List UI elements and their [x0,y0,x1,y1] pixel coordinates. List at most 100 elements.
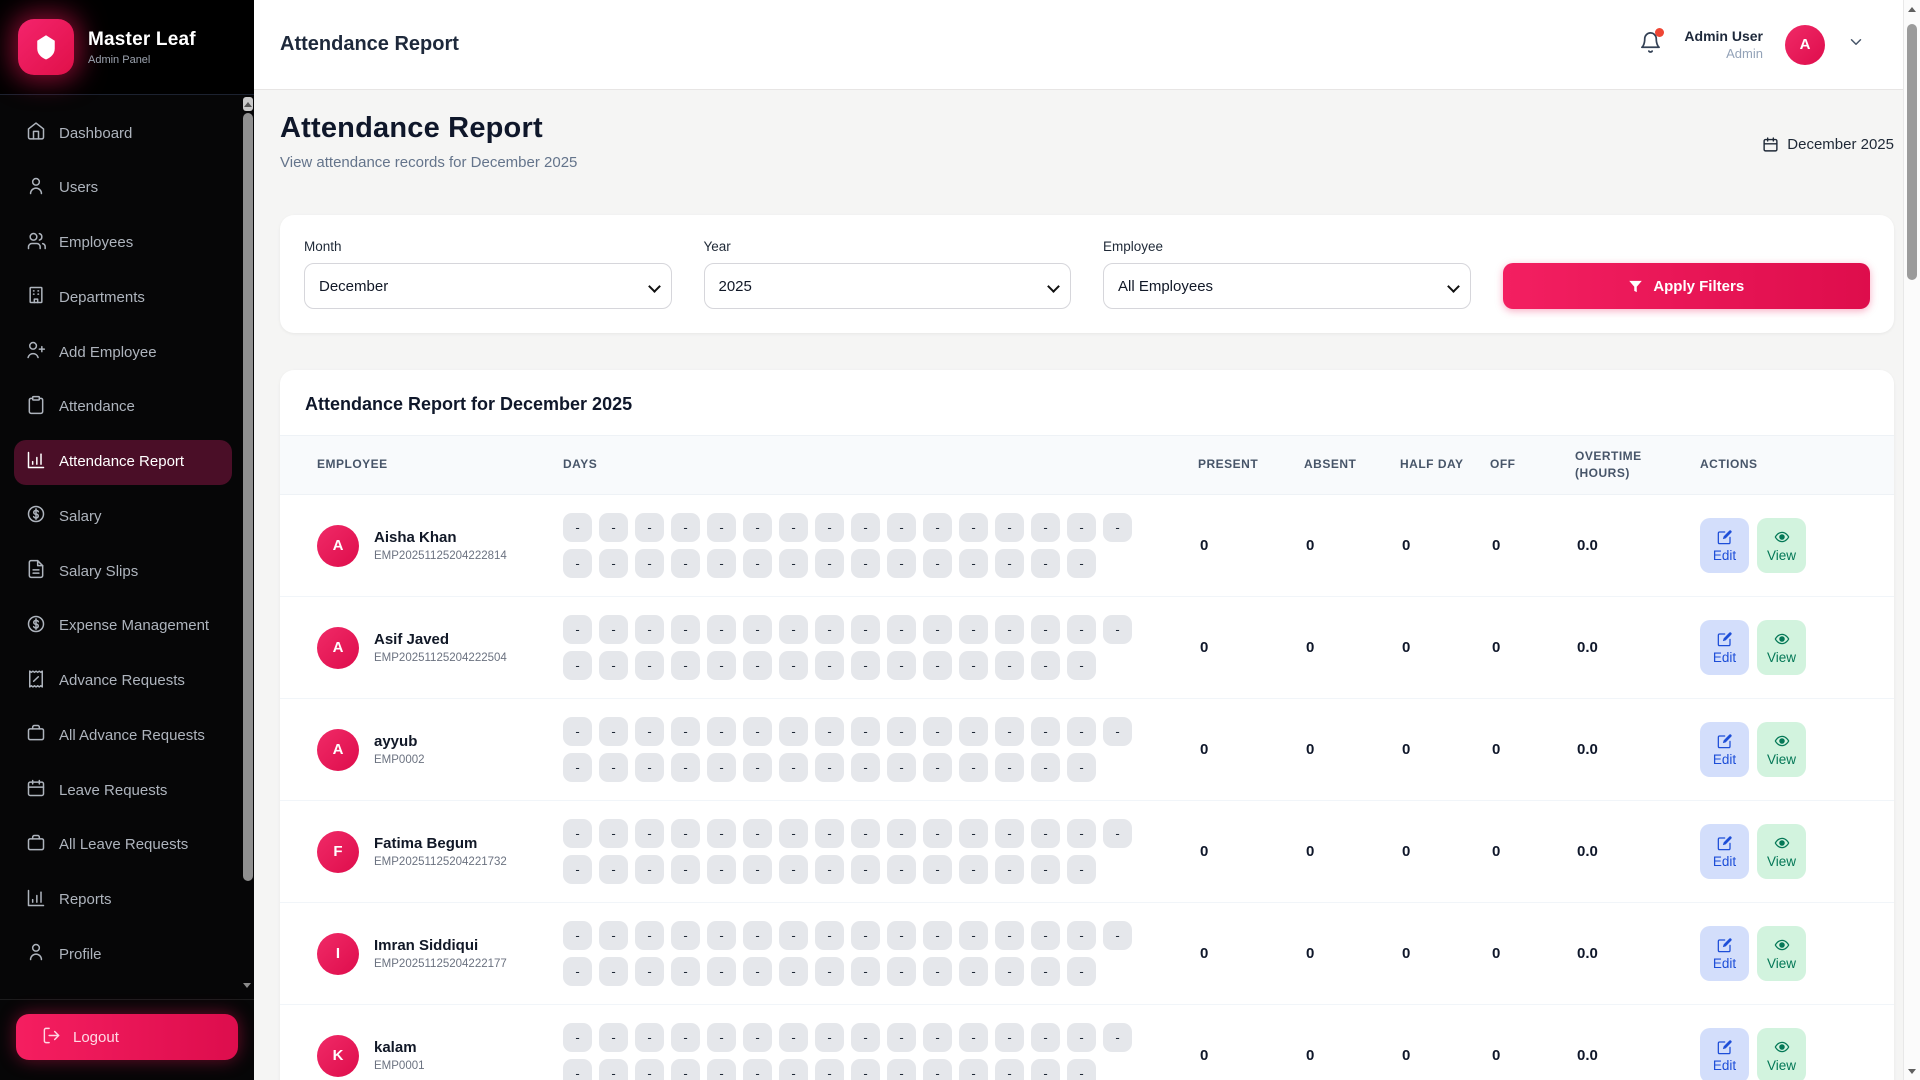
sidebar-item-label: Reports [59,891,112,910]
sidebar-item-users[interactable]: Users [14,166,232,212]
day-cell: - [743,513,772,542]
sidebar-item-advance-requests[interactable]: Advance Requests [14,659,232,705]
month-select-wrap: December [304,263,672,309]
notifications-button[interactable] [1639,31,1662,59]
sidebar-item-salary[interactable]: Salary [14,494,232,540]
user-avatar[interactable]: A [1785,25,1825,65]
edit-label: Edit [1713,650,1736,665]
day-cell: - [671,1059,700,1080]
edit-button[interactable]: Edit [1700,620,1749,675]
edit-button[interactable]: Edit [1700,824,1749,879]
sidebar-item-reports[interactable]: Reports [14,878,232,924]
employee-select[interactable]: All Employees [1103,263,1471,309]
present-count: 0 [1178,945,1284,962]
day-cell: - [1103,513,1132,542]
half-day-count: 0 [1380,945,1470,962]
day-cell: - [815,819,844,848]
year-select[interactable]: 2025 [704,263,1072,309]
column-header-days: Days [563,446,1178,483]
day-cell: - [923,855,952,884]
user-icon [26,942,46,968]
view-button[interactable]: View [1757,926,1806,981]
sidebar-item-leave-requests[interactable]: Leave Requests [14,768,232,814]
day-cell: - [671,651,700,680]
day-cell: - [1031,549,1060,578]
view-button[interactable]: View [1757,620,1806,675]
table-row: F Fatima Begum EMP20251125204221732 ----… [280,801,1894,903]
edit-label: Edit [1713,1058,1736,1073]
employee-cell: A ayyub EMP0002 [280,729,563,771]
sidebar-item-label: Expense Management [59,617,209,636]
day-cell: - [995,855,1024,884]
sidebar-item-label: Add Employee [59,344,157,363]
sidebar-item-attendance[interactable]: Attendance [14,385,232,431]
day-cell: - [1031,819,1060,848]
sidebar-item-salary-slips[interactable]: Salary Slips [14,549,232,595]
day-cell: - [851,921,880,950]
sidebar-scrollbar-up-button[interactable] [243,97,253,111]
view-eye-icon [1774,1039,1790,1055]
employee-identity: Aisha Khan EMP20251125204222814 [374,529,507,562]
days-cell: ---------------- --------------- [563,921,1178,986]
sidebar-item-departments[interactable]: Departments [14,275,232,321]
employee-identity: ayyub EMP0002 [374,733,425,766]
sidebar-item-all-leave-requests[interactable]: All Leave Requests [14,823,232,869]
view-button[interactable]: View [1757,824,1806,879]
view-button[interactable]: View [1757,518,1806,573]
day-cell: - [959,615,988,644]
day-cell: - [815,717,844,746]
edit-pencil-icon [1717,1039,1733,1055]
day-cell: - [1031,1059,1060,1080]
sidebar-item-dashboard[interactable]: Dashboard [14,111,232,157]
day-cell: - [923,753,952,782]
edit-label: Edit [1713,752,1736,767]
day-cell: - [635,753,664,782]
day-cell: - [959,855,988,884]
sidebar-item-profile[interactable]: Profile [14,932,232,978]
topbar-title: Attendance Report [280,33,459,56]
edit-button[interactable]: Edit [1700,1028,1749,1080]
scroll-up-icon[interactable] [1908,7,1916,12]
actions-cell: Edit View [1700,824,1894,879]
view-label: View [1767,1058,1796,1073]
sidebar-scrollbar-down-button[interactable] [243,983,251,988]
filters-card: Month December Year 2025 [280,215,1894,333]
edit-button[interactable]: Edit [1700,926,1749,981]
day-cell: - [635,921,664,950]
day-cell: - [959,513,988,542]
day-cell: - [671,819,700,848]
apply-filters-button[interactable]: Apply Filters [1503,263,1871,309]
user-menu-button[interactable] [1847,33,1865,56]
user-role: Admin [1684,46,1763,61]
notification-dot-badge [1655,28,1664,37]
day-cell: - [599,957,628,986]
edit-button[interactable]: Edit [1700,722,1749,777]
sidebar-item-expense-management[interactable]: Expense Management [14,604,232,650]
present-count: 0 [1178,843,1284,860]
day-cell: - [1103,717,1132,746]
day-cell: - [599,549,628,578]
day-cell: - [1031,651,1060,680]
day-cell: - [923,651,952,680]
view-button[interactable]: View [1757,1028,1806,1080]
arrow-up-icon [244,102,252,107]
employee-cell: A Aisha Khan EMP20251125204222814 [280,525,563,567]
logout-button[interactable]: Logout [16,1014,238,1060]
day-cell: - [1103,819,1132,848]
view-button[interactable]: View [1757,722,1806,777]
month-select[interactable]: December [304,263,672,309]
day-cell: - [851,957,880,986]
day-cell: - [743,855,772,884]
edit-button[interactable]: Edit [1700,518,1749,573]
sidebar-item-employees[interactable]: Employees [14,221,232,267]
sidebar-item-all-advance-requests[interactable]: All Advance Requests [14,713,232,759]
edit-label: Edit [1713,548,1736,563]
briefcase-icon [26,723,46,749]
sidebar-item-add-employee[interactable]: Add Employee [14,330,232,376]
employee-identity: kalam EMP0001 [374,1039,425,1072]
present-count: 0 [1178,537,1284,554]
sidebar-scrollbar-thumb[interactable] [243,113,253,881]
page-scrollbar-thumb[interactable] [1907,24,1917,280]
scroll-down-button[interactable] [1908,1069,1916,1074]
sidebar-item-attendance-report[interactable]: Attendance Report [14,440,232,486]
